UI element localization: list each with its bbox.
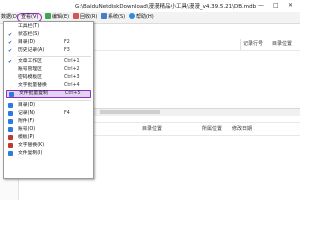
folder-icon (8, 103, 13, 108)
menu-item-toolbar[interactable]: 工具栏(T) (4, 23, 93, 31)
recycle-icon (73, 13, 79, 19)
menu-item-history[interactable]: ✔ 历史记录(A) F3 (4, 47, 93, 55)
header-divider-bottom (92, 135, 300, 136)
check-icon: ✔ (8, 40, 13, 46)
column-header-record-no[interactable]: 记录行号 (243, 39, 263, 49)
column-header-modified[interactable]: 修改日期 (232, 124, 252, 134)
menu-item-statusbar[interactable]: ✔ 状态栏(S) (4, 31, 93, 39)
menu-item-template[interactable]: 模板(P) (4, 134, 93, 142)
edit-icon (45, 13, 51, 19)
header-divider (92, 50, 300, 51)
menu-recycle-label: 回收(R) (80, 14, 98, 20)
menu-item-replace[interactable]: 文字替换(K) (4, 142, 93, 150)
menu-system[interactable]: 系统(S) (101, 13, 125, 22)
menu-view-label: 查看(V) (21, 14, 39, 20)
file-icon (9, 91, 14, 97)
check-icon: ✔ (8, 32, 13, 38)
check-icon: ✔ (8, 59, 13, 65)
attachment-icon (8, 119, 13, 124)
menu-item-file-copy[interactable]: 文件批量复制 Ctrl+5 (6, 90, 91, 98)
menu-item-directory[interactable]: ✔ 目录(D) F2 (4, 39, 93, 47)
menu-separator (17, 100, 91, 101)
menu-item-record[interactable]: 记录(N) F4 (4, 110, 93, 118)
menu-system-label: 系统(S) (108, 14, 126, 20)
menu-item-dir-panel[interactable]: 目录(D) (4, 102, 93, 110)
panel-divider (92, 122, 300, 123)
maximize-button[interactable]: □ (273, 2, 279, 9)
menu-item-article-area[interactable]: ✔ 文章工作区 Ctrl+1 (4, 58, 93, 66)
copy-icon (8, 151, 13, 156)
check-icon: ✔ (8, 48, 13, 54)
column-header-dir-top[interactable]: 目录位置 (272, 39, 292, 49)
record-icon (8, 111, 13, 116)
settings-icon (101, 13, 107, 19)
menu-item-account-area[interactable]: 账号管理区 Ctrl+2 (4, 66, 93, 74)
menu-item-account[interactable]: 账号(O) (4, 126, 93, 134)
column-header-owner[interactable]: 所属位置 (202, 124, 222, 134)
close-button[interactable]: ✕ (288, 2, 293, 9)
menu-item-copy[interactable]: 文件复制(I) (4, 150, 93, 158)
window-title: G:\BaiduNetdiskDownload\漫漫精品小工具\漫漫_v4.39… (75, 4, 257, 10)
help-icon (129, 13, 135, 19)
menu-edit-label: 编辑(E) (52, 14, 70, 20)
minimize-button[interactable]: — (258, 2, 264, 9)
menu-item-attachment[interactable]: 附件(F) (4, 118, 93, 126)
menu-item-text-replace[interactable]: 文字批量替换 Ctrl+4 (4, 82, 93, 90)
view-dropdown-menu: 工具栏(T) ✔ 状态栏(S) ✔ 目录(D) F2 ✔ 历史记录(A) F3 … (3, 21, 94, 179)
menu-separator (17, 56, 91, 57)
replace-icon (8, 143, 13, 148)
template-icon (8, 135, 13, 140)
horizontal-scrollbar[interactable] (92, 108, 300, 116)
menu-item-template-area[interactable]: 密码模板区 Ctrl+3 (4, 74, 93, 82)
menu-help-label: 帮助(H) (136, 14, 154, 20)
account-icon (8, 127, 13, 132)
menu-help[interactable]: 帮助(H) (129, 13, 154, 22)
column-header-dir[interactable]: 目录位置 (142, 124, 162, 134)
column-divider (240, 39, 241, 50)
scrollbar-thumb[interactable] (100, 110, 160, 114)
